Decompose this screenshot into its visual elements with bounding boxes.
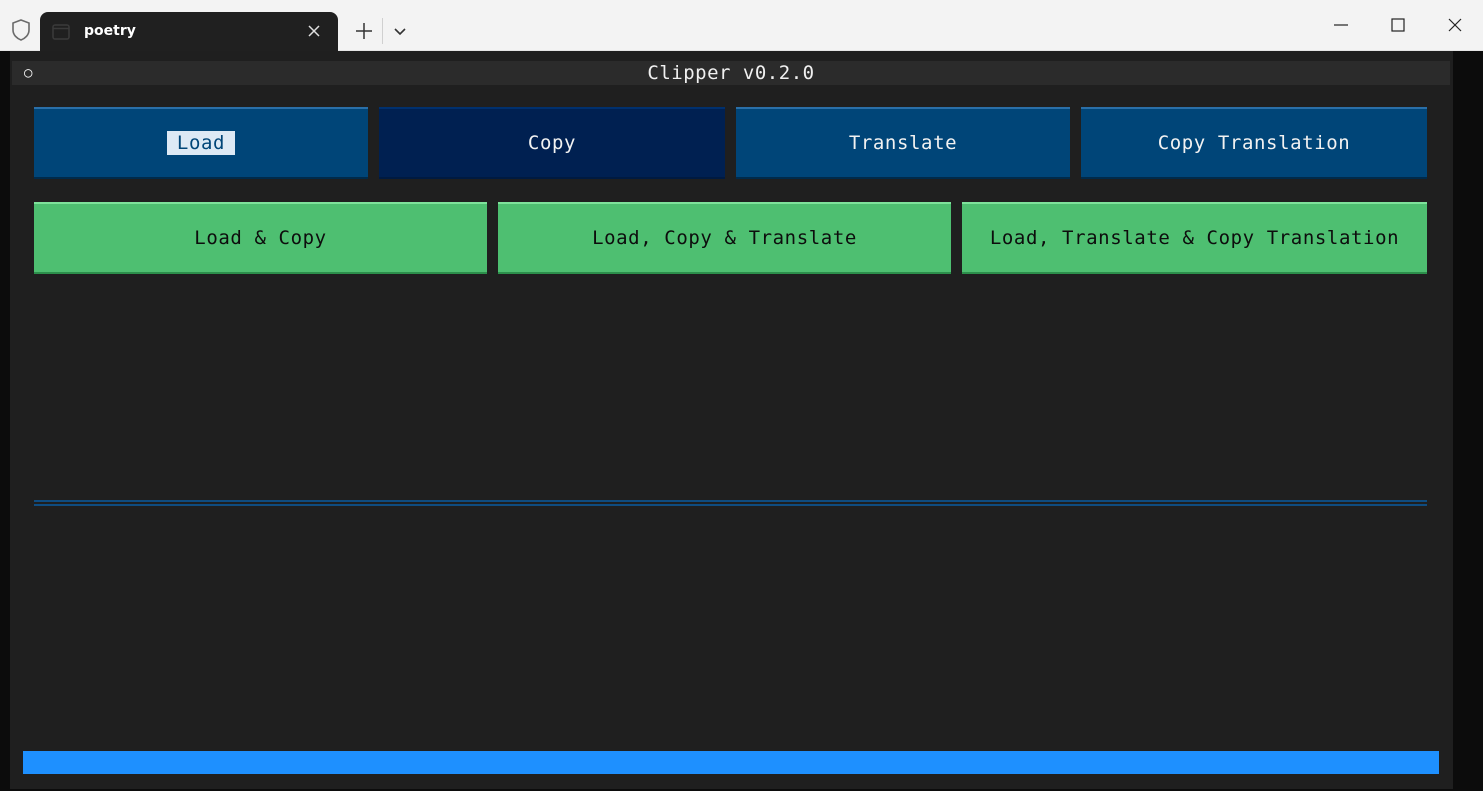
terminal-tab[interactable]: poetry xyxy=(40,12,338,51)
translate-button[interactable]: Translate xyxy=(736,107,1070,179)
maximize-button[interactable] xyxy=(1370,0,1426,50)
chevron-down-icon[interactable] xyxy=(388,17,412,45)
copy-translation-button-label: Copy Translation xyxy=(1157,132,1351,154)
window-titlebar: poetry xyxy=(0,0,1483,51)
load-translate-copy-translation-button-label: Load, Translate & Copy Translation xyxy=(989,227,1400,249)
plus-icon[interactable] xyxy=(350,17,378,45)
minimize-icon xyxy=(1334,24,1348,26)
section-divider xyxy=(34,500,1427,506)
load-button[interactable]: Load xyxy=(34,107,368,179)
load-button-label: Load xyxy=(166,131,236,155)
tab-title: poetry xyxy=(84,23,136,39)
load-copy-translate-button[interactable]: Load, Copy & Translate xyxy=(498,202,951,274)
progress-bar xyxy=(23,751,1439,774)
load-copy-button[interactable]: Load & Copy xyxy=(34,202,487,274)
maximize-icon xyxy=(1391,18,1405,32)
copy-translation-button[interactable]: Copy Translation xyxy=(1081,107,1427,179)
load-translate-copy-translation-button[interactable]: Load, Translate & Copy Translation xyxy=(962,202,1427,274)
terminal-icon xyxy=(52,24,70,40)
load-copy-translate-button-label: Load, Copy & Translate xyxy=(592,227,857,249)
minimize-button[interactable] xyxy=(1313,0,1369,50)
app-title: Clipper v0.2.0 xyxy=(647,62,815,84)
close-icon[interactable] xyxy=(302,21,326,43)
load-copy-button-label: Load & Copy xyxy=(194,227,327,249)
copy-button[interactable]: Copy xyxy=(379,107,725,179)
close-icon xyxy=(1448,18,1462,32)
terminal-content: ○ Clipper v0.2.0 Load Copy Translate Cop… xyxy=(10,51,1453,789)
shield-icon xyxy=(12,19,30,41)
translate-button-label: Translate xyxy=(848,132,958,154)
copy-button-label: Copy xyxy=(527,132,577,154)
app-header: ○ Clipper v0.2.0 xyxy=(12,61,1450,85)
window-close-button[interactable] xyxy=(1427,0,1483,50)
tab-separator xyxy=(382,18,383,44)
